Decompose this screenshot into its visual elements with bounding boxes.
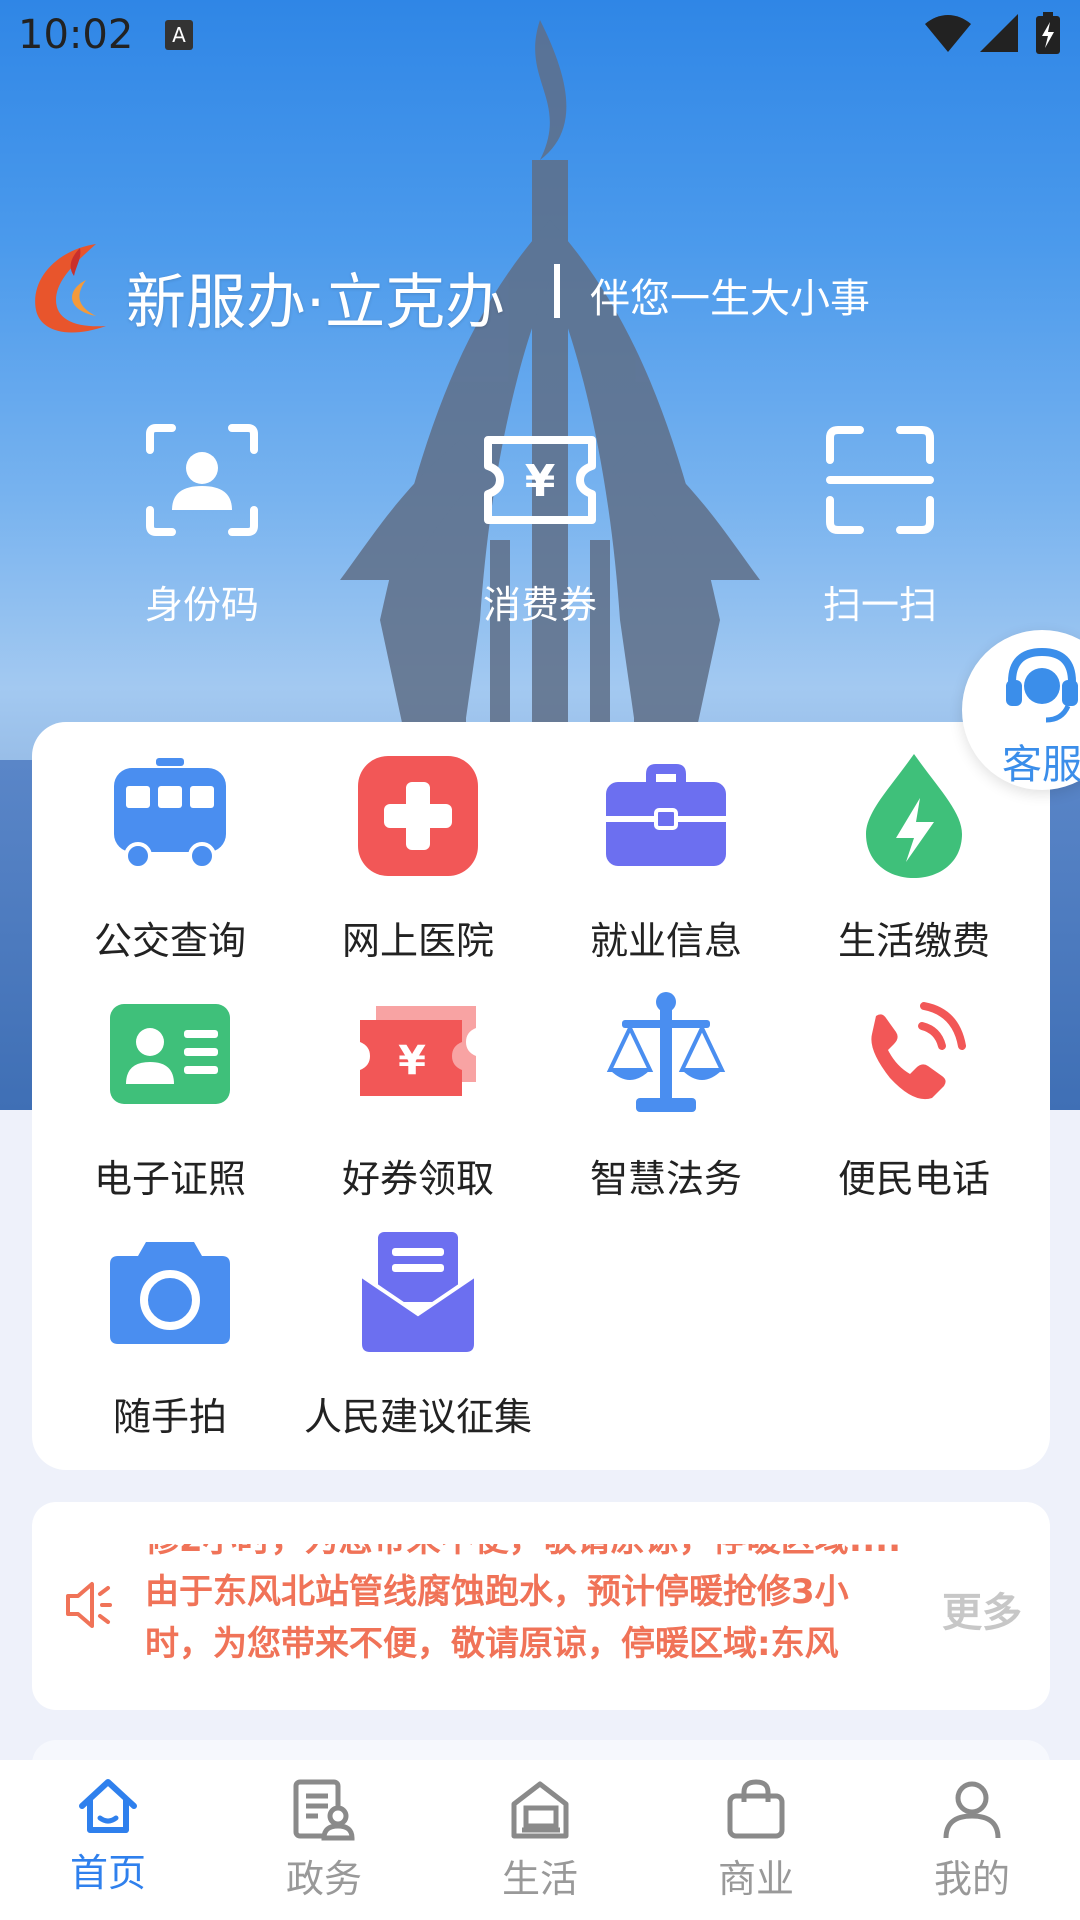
svg-text:¥: ¥: [525, 456, 556, 507]
hospital-cross-icon: [358, 756, 478, 876]
tab-life[interactable]: 生活: [432, 1760, 648, 1920]
service-suggestion[interactable]: 人民建议征集: [294, 1228, 542, 1441]
shopping-bag-icon: [727, 1779, 785, 1839]
tab-label: 我的: [933, 1857, 1010, 1901]
service-label: 公交查询: [93, 919, 246, 963]
quick-id-code[interactable]: 身份码: [92, 420, 312, 629]
notice-more-link[interactable]: 更多: [942, 1580, 1022, 1638]
app-slogan: 伴您一生大小事: [590, 276, 870, 322]
status-time: 10:02: [18, 12, 134, 58]
wifi-icon: [925, 15, 971, 52]
ticket-icon: ¥: [360, 1006, 476, 1096]
bottom-tab-bar: 首页 政务 生活 商业 我的: [0, 1760, 1080, 1920]
notice-line: 修2小时，为您带来不便，敬请原谅，停暖区域:...: [145, 1544, 965, 1566]
tab-business[interactable]: 商业: [648, 1760, 864, 1920]
tab-government[interactable]: 政务: [216, 1760, 432, 1920]
battery-icon: [1036, 12, 1060, 54]
app-logo: [35, 244, 106, 333]
tab-label: 生活: [501, 1857, 578, 1901]
user-icon: [943, 1781, 1001, 1839]
service-hospital[interactable]: 网上医院: [294, 752, 542, 965]
quick-scan[interactable]: 扫一扫: [770, 420, 990, 629]
headset-icon: [1006, 647, 1078, 723]
service-label: 电子证照: [93, 1157, 246, 1201]
tab-label: 政务: [285, 1857, 362, 1901]
home-icon: [79, 1779, 137, 1833]
service-e-license[interactable]: 电子证照: [46, 990, 294, 1203]
service-bus[interactable]: 公交查询: [46, 752, 294, 965]
quick-id-code-label: 身份码: [144, 583, 259, 627]
service-label: 人民建议征集: [303, 1395, 532, 1439]
quick-coupon[interactable]: ¥ 消费券: [430, 420, 650, 629]
tab-label: 首页: [69, 1851, 146, 1895]
scales-icon: [606, 992, 726, 1112]
id-code-icon: [146, 424, 258, 536]
services-card: 公交查询 网上医院 就业信息 生活缴费 电子证照 ¥ 好券领取 智慧法务 便民电…: [32, 722, 1050, 1470]
status-bar: 10:02 A: [0, 0, 1080, 72]
id-card-icon: [110, 1004, 230, 1104]
app-name: 新服办·立克办: [126, 268, 506, 338]
house-book-icon: [511, 1781, 569, 1839]
tab-mine[interactable]: 我的: [864, 1760, 1080, 1920]
service-label: 智慧法务: [589, 1157, 742, 1201]
quick-coupon-label: 消费券: [482, 583, 597, 627]
lightning-drop-icon: [866, 754, 962, 878]
service-hotline[interactable]: 便民电话: [790, 990, 1038, 1203]
notice-bar[interactable]: 修2小时，为您带来不便，敬请原谅，停暖区域:... 由于东风北站管线腐蚀跑水，预…: [32, 1502, 1050, 1710]
service-label: 便民电话: [837, 1157, 990, 1201]
briefcase-icon: [606, 764, 726, 866]
notice-ticker: 修2小时，为您带来不便，敬请原谅，停暖区域:... 由于东风北站管线腐蚀跑水，预…: [145, 1544, 965, 1670]
camera-icon: [110, 1242, 230, 1344]
tab-home[interactable]: 首页: [0, 1760, 216, 1920]
service-snapshot[interactable]: 随手拍: [46, 1228, 294, 1441]
service-label: 网上医院: [341, 919, 494, 963]
tab-label: 商业: [717, 1857, 794, 1901]
coupon-icon: ¥: [484, 436, 596, 524]
notice-line: 时，为您带来不便，敬请原谅，停暖区域:东风: [145, 1624, 839, 1664]
notification-icon: A: [165, 20, 193, 50]
service-label: 好券领取: [341, 1157, 494, 1201]
service-legal[interactable]: 智慧法务: [542, 990, 790, 1203]
signal-icon: [980, 14, 1018, 52]
notice-line: 由于东风北站管线腐蚀跑水，预计停暖抢修3小: [145, 1572, 849, 1612]
bus-icon: [114, 758, 226, 870]
scan-icon: [826, 426, 934, 534]
speaker-icon: [66, 1582, 112, 1628]
brand-divider: [554, 264, 560, 318]
customer-service-label: 客服: [1002, 742, 1080, 788]
service-coupon-claim[interactable]: ¥ 好券领取: [294, 990, 542, 1203]
mail-icon: [360, 1232, 476, 1352]
service-label: 随手拍: [112, 1395, 227, 1439]
service-label: 就业信息: [589, 919, 742, 963]
service-utilities[interactable]: 生活缴费: [790, 752, 1038, 965]
document-person-icon: [293, 1779, 355, 1841]
svg-text:¥: ¥: [398, 1038, 426, 1084]
phone-icon: [871, 1002, 966, 1100]
service-jobs[interactable]: 就业信息: [542, 752, 790, 965]
quick-scan-label: 扫一扫: [822, 583, 937, 627]
service-label: 生活缴费: [837, 919, 990, 963]
